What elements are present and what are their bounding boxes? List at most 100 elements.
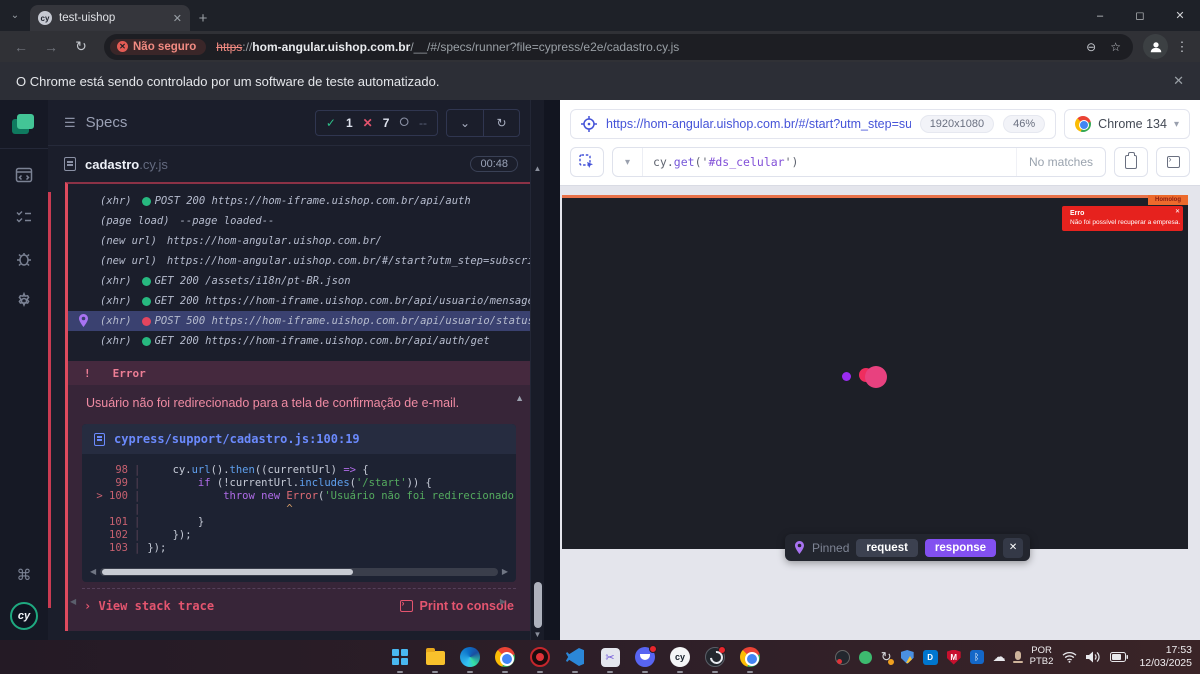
method-dropdown[interactable]: ▾ bbox=[613, 148, 643, 176]
aut-url-bar[interactable]: https://hom-angular.uishop.com.br/#/star… bbox=[570, 109, 1056, 139]
command-log-row[interactable]: (xhr)GET 200 https://hom-iframe.uishop.c… bbox=[68, 331, 530, 351]
microphone-icon[interactable] bbox=[1015, 651, 1021, 663]
code-horizontal-scrollbar[interactable]: ◀ ▶ bbox=[90, 567, 508, 576]
obs-button[interactable] bbox=[703, 645, 727, 669]
scroll-right-icon[interactable]: ▶ bbox=[500, 597, 506, 606]
toast-title: Erro bbox=[1070, 210, 1173, 217]
obs-tray-icon[interactable] bbox=[835, 650, 850, 665]
code-line-error: > 100| throw new Error('Usuário não foi … bbox=[82, 490, 516, 503]
command-log-row[interactable]: (new url)https://hom-angular.uishop.com.… bbox=[68, 251, 530, 271]
onedrive-icon[interactable]: ☁ bbox=[993, 649, 1006, 665]
language-switcher[interactable]: PORPTB2 bbox=[1030, 646, 1054, 668]
recording-indicator-icon[interactable] bbox=[859, 651, 872, 664]
chrome-secondary-button[interactable] bbox=[738, 645, 762, 669]
viewport-target-icon[interactable] bbox=[581, 116, 597, 132]
edge-button[interactable] bbox=[458, 645, 482, 669]
scroll-right-icon[interactable]: ▶ bbox=[502, 567, 508, 576]
collapse-all-button[interactable]: ⌄ bbox=[447, 110, 483, 136]
profile-avatar[interactable] bbox=[1143, 34, 1168, 59]
discord-button[interactable] bbox=[633, 645, 657, 669]
copy-selector-button[interactable] bbox=[1114, 147, 1148, 177]
cypress-app-icon[interactable] bbox=[12, 112, 36, 134]
bookmark-star-icon[interactable]: ☆ bbox=[1110, 40, 1121, 54]
app-viewport[interactable]: Homolog Erro Não foi possível recuperar … bbox=[562, 195, 1188, 549]
selector-playground-button[interactable] bbox=[570, 147, 604, 177]
url-path: /__/#/specs/runner?file=cypress/e2e/cada… bbox=[410, 40, 679, 54]
forward-icon[interactable]: → bbox=[38, 34, 64, 60]
cypress-logo-icon[interactable]: cy bbox=[10, 602, 38, 630]
debug-nav-icon[interactable] bbox=[14, 249, 34, 269]
settings-nav-icon[interactable] bbox=[14, 291, 34, 311]
command-log-row[interactable]: (page load)--page loaded-- bbox=[68, 211, 530, 231]
request-button[interactable]: request bbox=[856, 539, 918, 557]
command-log-row[interactable]: (xhr)GET 200 /assets/i18n/pt-BR.json bbox=[68, 271, 530, 291]
command-log-row[interactable]: (new url)https://hom-angular.uishop.com.… bbox=[68, 231, 530, 251]
command-log-row[interactable]: (xhr)GET 200 https://hom-iframe.uishop.c… bbox=[68, 291, 530, 311]
security-chip[interactable]: ✕ Não seguro bbox=[110, 39, 206, 55]
selector-playground-input[interactable]: cy.get('#ds_celular') bbox=[643, 155, 1016, 169]
reporter-vertical-scrollbar[interactable]: ▲ ▼ bbox=[530, 100, 544, 640]
unpin-close-button[interactable]: ✕ bbox=[1003, 538, 1023, 558]
collapse-reporter-icon[interactable]: ☰ bbox=[64, 115, 76, 131]
scrollbar-thumb[interactable] bbox=[534, 582, 542, 628]
specs-nav-icon[interactable] bbox=[14, 165, 34, 185]
infobar-close-icon[interactable]: ✕ bbox=[1173, 73, 1184, 89]
reporter-horizontal-scrollbar[interactable]: ◀ ▶ bbox=[70, 596, 506, 606]
browser-tab[interactable]: cy test-uishop ✕ bbox=[30, 5, 190, 31]
update-icon[interactable]: ↻ bbox=[881, 649, 892, 665]
error-toast[interactable]: Erro Não foi possível recuperar a empres… bbox=[1062, 206, 1183, 231]
cypress-button[interactable]: cy bbox=[668, 645, 692, 669]
zoom-out-icon[interactable]: ⊖ bbox=[1086, 40, 1096, 54]
scroll-left-icon[interactable]: ◀ bbox=[70, 597, 76, 606]
viewport-size-badge[interactable]: 1920x1080 bbox=[920, 115, 994, 133]
print-selector-button[interactable] bbox=[1156, 147, 1190, 177]
runs-nav-icon[interactable] bbox=[14, 207, 34, 227]
rerun-tests-button[interactable]: ↻ bbox=[483, 110, 519, 136]
start-button[interactable] bbox=[388, 645, 412, 669]
vscode-button[interactable] bbox=[563, 645, 587, 669]
dell-icon[interactable]: D bbox=[923, 650, 938, 665]
command-text: GET 200 https://hom-iframe.uishop.com.br… bbox=[155, 335, 490, 347]
toast-close-icon[interactable]: ✕ bbox=[1175, 208, 1180, 215]
mcafee-icon[interactable]: M bbox=[947, 650, 961, 665]
file-explorer-button[interactable] bbox=[423, 645, 447, 669]
scissors-icon: ✂ bbox=[601, 648, 620, 667]
new-tab-button[interactable]: + bbox=[190, 5, 216, 31]
maximize-button[interactable]: ◻ bbox=[1120, 0, 1160, 31]
aut-url[interactable]: https://hom-angular.uishop.com.br/#/star… bbox=[606, 117, 911, 131]
volume-icon[interactable] bbox=[1086, 651, 1101, 663]
scrollbar-track[interactable] bbox=[100, 568, 498, 576]
browser-menu-icon[interactable]: ⋮ bbox=[1172, 39, 1192, 55]
scroll-left-icon[interactable]: ◀ bbox=[90, 567, 96, 576]
windows-security-icon[interactable] bbox=[901, 650, 914, 664]
bluetooth-icon[interactable]: ᛒ bbox=[970, 650, 984, 664]
tab-search-chevron-icon[interactable]: ⌄ bbox=[0, 0, 30, 31]
battery-icon[interactable] bbox=[1110, 652, 1128, 662]
scroll-down-icon[interactable]: ▼ bbox=[531, 630, 544, 639]
reload-icon[interactable]: ↻ bbox=[68, 34, 94, 60]
keyboard-shortcuts-icon[interactable]: ⌘ bbox=[17, 566, 32, 584]
chrome-button[interactable] bbox=[493, 645, 517, 669]
response-button[interactable]: response bbox=[925, 539, 996, 557]
clock[interactable]: 17:5312/03/2025 bbox=[1139, 644, 1192, 670]
wifi-icon[interactable] bbox=[1062, 651, 1077, 663]
code-frame-file-header[interactable]: cypress/support/cadastro.js:100:19 bbox=[82, 424, 516, 454]
address-bar[interactable]: ✕ Não seguro https://hom-angular.uishop.… bbox=[104, 34, 1133, 60]
panel-resizer[interactable] bbox=[544, 100, 560, 640]
spec-file-row[interactable]: cadastro .cy.js 00:48 bbox=[48, 146, 530, 182]
streaming-app-button[interactable] bbox=[528, 645, 552, 669]
scroll-up-icon[interactable]: ▲ bbox=[515, 393, 524, 403]
command-log-row[interactable]: (xhr)POST 200 https://hom-iframe.uishop.… bbox=[68, 191, 530, 211]
chrome-icon bbox=[1075, 116, 1091, 132]
browser-selector[interactable]: Chrome 134 ▾ bbox=[1064, 109, 1190, 139]
minimize-button[interactable]: – bbox=[1080, 0, 1120, 31]
capture-tool-button[interactable]: ✂ bbox=[598, 645, 622, 669]
scrollbar-thumb[interactable] bbox=[102, 569, 353, 575]
command-log-row-pinned[interactable]: (xhr)POST 500 https://hom-iframe.uishop.… bbox=[68, 311, 530, 331]
close-button[interactable]: ✕ bbox=[1160, 0, 1200, 31]
tab-close-icon[interactable]: ✕ bbox=[173, 12, 182, 25]
scroll-up-icon[interactable]: ▲ bbox=[531, 164, 544, 173]
back-icon[interactable]: ← bbox=[8, 34, 34, 60]
viewport-zoom-badge[interactable]: 46% bbox=[1003, 115, 1045, 133]
error-header[interactable]: ! Error bbox=[68, 361, 530, 385]
